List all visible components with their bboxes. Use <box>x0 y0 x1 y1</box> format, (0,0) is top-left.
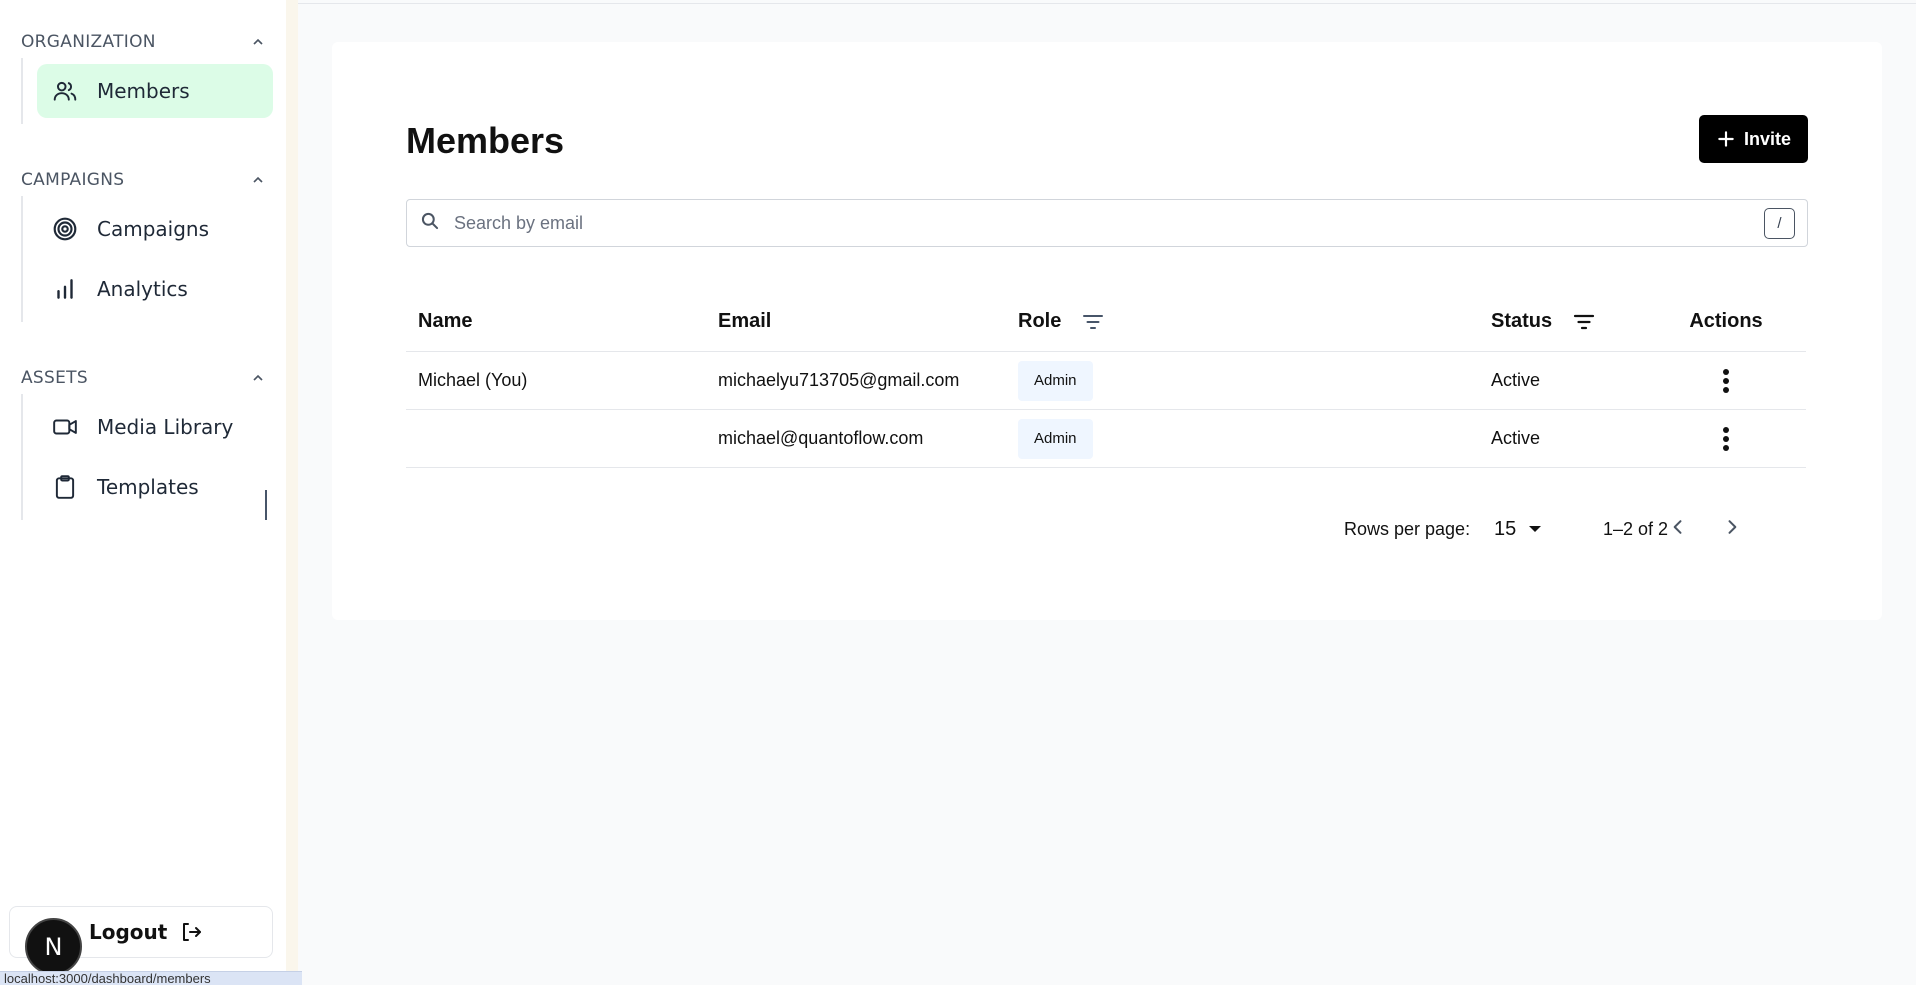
sidebar-item-label: Media Library <box>97 415 234 439</box>
previous-page-button[interactable] <box>1660 509 1696 549</box>
column-header-actions: Actions <box>1689 310 1763 332</box>
section-title: CAMPAIGNS <box>21 170 125 190</box>
avatar[interactable]: N <box>25 918 82 975</box>
column-header-role: Role <box>1018 292 1105 351</box>
sidebar-scrollbar[interactable] <box>265 490 267 520</box>
sidebar-item-members[interactable]: Members <box>37 64 273 118</box>
table-header-row: Name Email Role Status Actions <box>406 292 1806 352</box>
members-table: Name Email Role Status Actions Michael (… <box>406 292 1806 468</box>
sidebar-item-label: Members <box>97 79 190 103</box>
search-shortcut-key: / <box>1764 207 1795 239</box>
chevron-left-icon <box>1668 517 1688 542</box>
sidebar-item-media-library[interactable]: Media Library <box>37 400 273 454</box>
clipboard-icon <box>51 473 79 501</box>
invite-label: Invite <box>1743 128 1791 149</box>
chevron-up-icon[interactable] <box>246 168 270 192</box>
column-header-name: Name <box>418 310 473 332</box>
logout-label: Logout <box>89 920 168 944</box>
more-vertical-icon[interactable] <box>1708 363 1744 399</box>
member-email: michael@quantoflow.com <box>718 428 924 448</box>
table-row: Michael (You) michaelyu713705@gmail.com … <box>406 352 1806 410</box>
chevron-right-icon <box>1722 517 1742 542</box>
more-vertical-icon[interactable] <box>1708 421 1744 457</box>
section-title: ASSETS <box>21 368 88 388</box>
target-icon <box>51 215 79 243</box>
search-bar: / <box>406 199 1808 247</box>
sidebar: ORGANIZATION Members CAMPAIGNS Campaigns… <box>0 0 286 985</box>
pagination-range: 1–2 of 2 <box>1603 518 1669 539</box>
pagination: Rows per page: 15 1–2 of 2 <box>406 509 1806 549</box>
actions-cell <box>1647 410 1805 467</box>
plus-icon <box>1716 129 1736 149</box>
browser-status-bar: localhost:3000/dashboard/members <box>0 971 302 985</box>
section-header-assets[interactable]: ASSETS <box>0 364 286 392</box>
sidebar-item-analytics[interactable]: Analytics <box>37 262 273 316</box>
role-cell: Admin <box>1018 352 1093 409</box>
rows-per-page-select[interactable]: 15 <box>1494 509 1542 549</box>
members-card: Members Invite / Name Email Role Status <box>332 42 1882 620</box>
top-divider <box>298 3 1916 4</box>
member-email: michaelyu713705@gmail.com <box>718 370 960 390</box>
table-row: michael@quantoflow.com Admin Active <box>406 410 1806 468</box>
rows-per-page-label: Rows per page: <box>1344 518 1471 539</box>
users-icon <box>51 77 79 105</box>
page-title: Members <box>406 120 565 161</box>
filter-icon[interactable] <box>1081 310 1105 334</box>
role-cell: Admin <box>1018 410 1093 467</box>
bar-chart-icon <box>51 275 79 303</box>
search-icon <box>420 211 440 236</box>
role-badge: Admin <box>1018 360 1093 401</box>
sidebar-item-label: Campaigns <box>97 217 210 241</box>
column-header-status: Status <box>1491 292 1596 351</box>
section-header-organization[interactable]: ORGANIZATION <box>0 28 286 56</box>
video-icon <box>51 413 79 441</box>
sidebar-section-assets: ASSETS Media Library Templates <box>0 364 286 520</box>
sidebar-section-organization: ORGANIZATION Members <box>0 28 286 124</box>
member-name: Michael (You) <box>418 370 528 390</box>
next-page-button[interactable] <box>1714 509 1750 549</box>
column-header-email: Email <box>718 310 772 332</box>
column-header-status-label: Status <box>1491 310 1553 332</box>
section-header-campaigns[interactable]: CAMPAIGNS <box>0 166 286 194</box>
member-status: Active <box>1491 370 1541 390</box>
logout-icon <box>179 920 203 944</box>
member-status: Active <box>1491 428 1541 448</box>
chevron-up-icon[interactable] <box>246 30 270 54</box>
sidebar-item-label: Analytics <box>97 277 188 301</box>
sidebar-section-campaigns: CAMPAIGNS Campaigns Analytics <box>0 166 286 322</box>
caret-down-icon <box>1528 524 1542 534</box>
chevron-up-icon[interactable] <box>246 366 270 390</box>
sidebar-item-templates[interactable]: Templates <box>37 460 273 514</box>
role-badge: Admin <box>1018 418 1093 459</box>
sidebar-item-label: Templates <box>97 475 199 499</box>
filter-icon[interactable] <box>1572 310 1596 334</box>
section-title: ORGANIZATION <box>21 32 156 52</box>
invite-button[interactable]: Invite <box>1699 115 1808 163</box>
column-header-role-label: Role <box>1018 310 1062 332</box>
sidebar-divider <box>286 0 298 985</box>
sidebar-item-campaigns[interactable]: Campaigns <box>37 202 273 256</box>
rows-per-page-value: 15 <box>1494 517 1517 540</box>
search-input[interactable] <box>454 212 1764 234</box>
actions-cell <box>1647 352 1805 409</box>
